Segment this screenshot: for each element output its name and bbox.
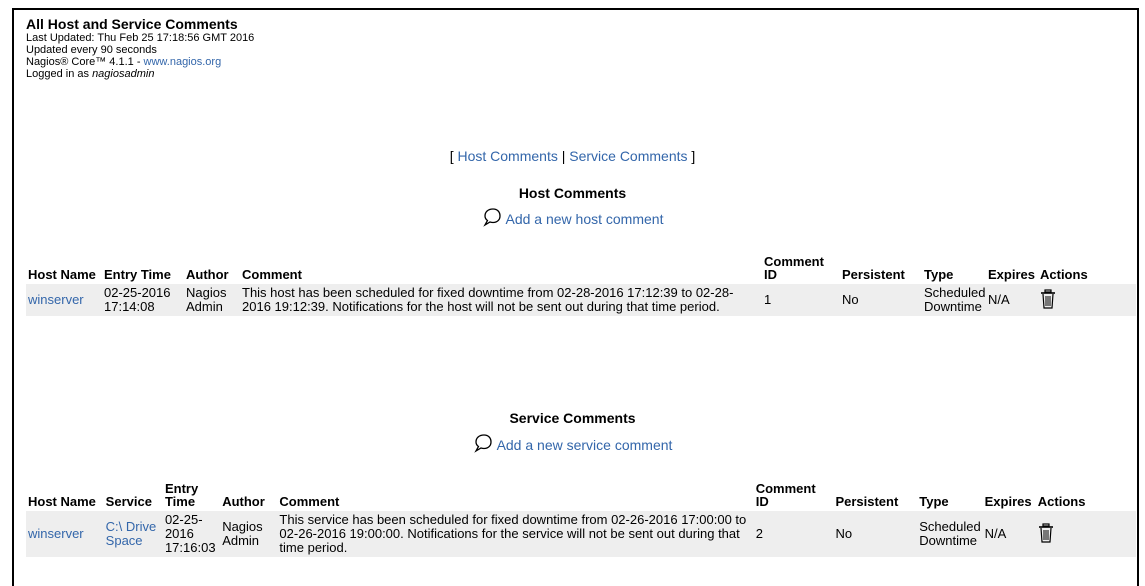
- col-entry-time: Entry Time: [164, 481, 199, 509]
- cell-comment: This service has been scheduled for fixe…: [277, 508, 754, 557]
- host-comments-title: Host Comments: [518, 185, 627, 201]
- col-type: Type: [924, 267, 954, 282]
- col-author: Author: [222, 494, 265, 509]
- section-nav: [ Host Comments | Service Comments ]: [0, 148, 1145, 164]
- service-comments-link[interactable]: Service Comments: [569, 148, 687, 164]
- service-link[interactable]: C:\ Drive Space: [106, 519, 157, 548]
- last-updated: Last Updated: Thu Feb 25 17:18:56 GMT 20…: [26, 32, 255, 44]
- table-row: winserver C:\ Drive Space 02-25-2016 17:…: [26, 508, 1136, 557]
- cell-host: winserver: [26, 508, 104, 557]
- service-comments-table: Host Name Service Entry Time Author Comm…: [26, 482, 1136, 557]
- cell-type: Scheduled Downtime: [922, 281, 986, 316]
- col-comment: Comment: [279, 494, 340, 509]
- cell-host: winserver: [26, 281, 102, 316]
- col-author: Author: [186, 267, 229, 282]
- add-host-comment-link[interactable]: Add a new host comment: [506, 211, 664, 227]
- host-comments-table: Host Name Entry Time Author Comment Comm…: [26, 255, 1136, 316]
- add-host-comment[interactable]: Add a new host comment: [0, 207, 1145, 227]
- table-header-row: Host Name Service Entry Time Author Comm…: [26, 482, 1136, 510]
- logged-in-label: Logged in as: [26, 68, 93, 80]
- col-host-name: Host Name: [28, 494, 96, 509]
- cell-expires: N/A: [986, 281, 1038, 316]
- username: nagiosadmin: [92, 68, 155, 80]
- cell-author: Nagios Admin: [220, 508, 278, 557]
- col-comment-id: Comment ID: [755, 481, 816, 509]
- cell-actions: [1035, 508, 1136, 557]
- update-interval: Updated every 90 seconds: [26, 44, 157, 56]
- col-persistent: Persistent: [842, 267, 905, 282]
- col-comment-id: Comment ID: [764, 254, 824, 282]
- cell-actions: [1038, 281, 1136, 316]
- cell-comment-id: 1: [762, 281, 840, 316]
- cell-comment-id: 2: [753, 508, 834, 557]
- cell-entry-time: 02-25-2016 17:14:08: [102, 281, 184, 316]
- table-header-row: Host Name Entry Time Author Comment Comm…: [26, 255, 1136, 283]
- cell-comment: This host has been scheduled for fixed d…: [240, 281, 762, 316]
- col-comment: Comment: [242, 267, 302, 282]
- col-actions: Actions: [1037, 494, 1086, 509]
- page-title: All Host and Service Comments: [26, 16, 238, 32]
- cell-entry-time: 02-25-2016 17:16:03: [162, 508, 221, 557]
- nav-separator: |: [557, 148, 570, 164]
- nagios-site-link[interactable]: www.nagios.org: [144, 56, 222, 68]
- col-host-name: Host Name: [28, 267, 96, 282]
- add-service-comment-link[interactable]: Add a new service comment: [497, 437, 673, 453]
- cell-service: C:\ Drive Space: [103, 508, 163, 557]
- comment-icon: [482, 208, 501, 227]
- nav-bracket-close: ]: [687, 148, 696, 164]
- col-expires: Expires: [988, 267, 1035, 282]
- cell-author: Nagios Admin: [184, 281, 240, 316]
- host-comments-link[interactable]: Host Comments: [457, 148, 557, 164]
- version-text: Nagios® Core™ 4.1.1 -: [26, 56, 144, 68]
- service-comments-title: Service Comments: [509, 410, 636, 426]
- trash-icon[interactable]: [1040, 288, 1056, 312]
- cell-type: Scheduled Downtime: [917, 508, 983, 557]
- col-type: Type: [919, 494, 949, 509]
- table-row: winserver 02-25-2016 17:14:08 Nagios Adm…: [26, 281, 1136, 316]
- host-link[interactable]: winserver: [28, 292, 84, 307]
- cell-persistent: No: [840, 281, 922, 316]
- add-service-comment[interactable]: Add a new service comment: [0, 433, 1145, 453]
- cell-persistent: No: [833, 508, 918, 557]
- host-link[interactable]: winserver: [28, 526, 84, 541]
- cell-expires: N/A: [982, 508, 1036, 557]
- comment-icon: [473, 434, 492, 453]
- col-expires: Expires: [984, 494, 1032, 509]
- col-actions: Actions: [1040, 267, 1088, 282]
- col-service: Service: [105, 494, 152, 509]
- col-entry-time: Entry Time: [104, 267, 171, 282]
- version-line: Nagios® Core™ 4.1.1 - www.nagios.org: [26, 56, 254, 68]
- col-persistent: Persistent: [835, 494, 899, 509]
- info-box: All Host and Service Comments Last Updat…: [26, 16, 254, 80]
- logged-in-line: Logged in as nagiosadmin: [26, 68, 254, 80]
- trash-icon[interactable]: [1038, 522, 1054, 546]
